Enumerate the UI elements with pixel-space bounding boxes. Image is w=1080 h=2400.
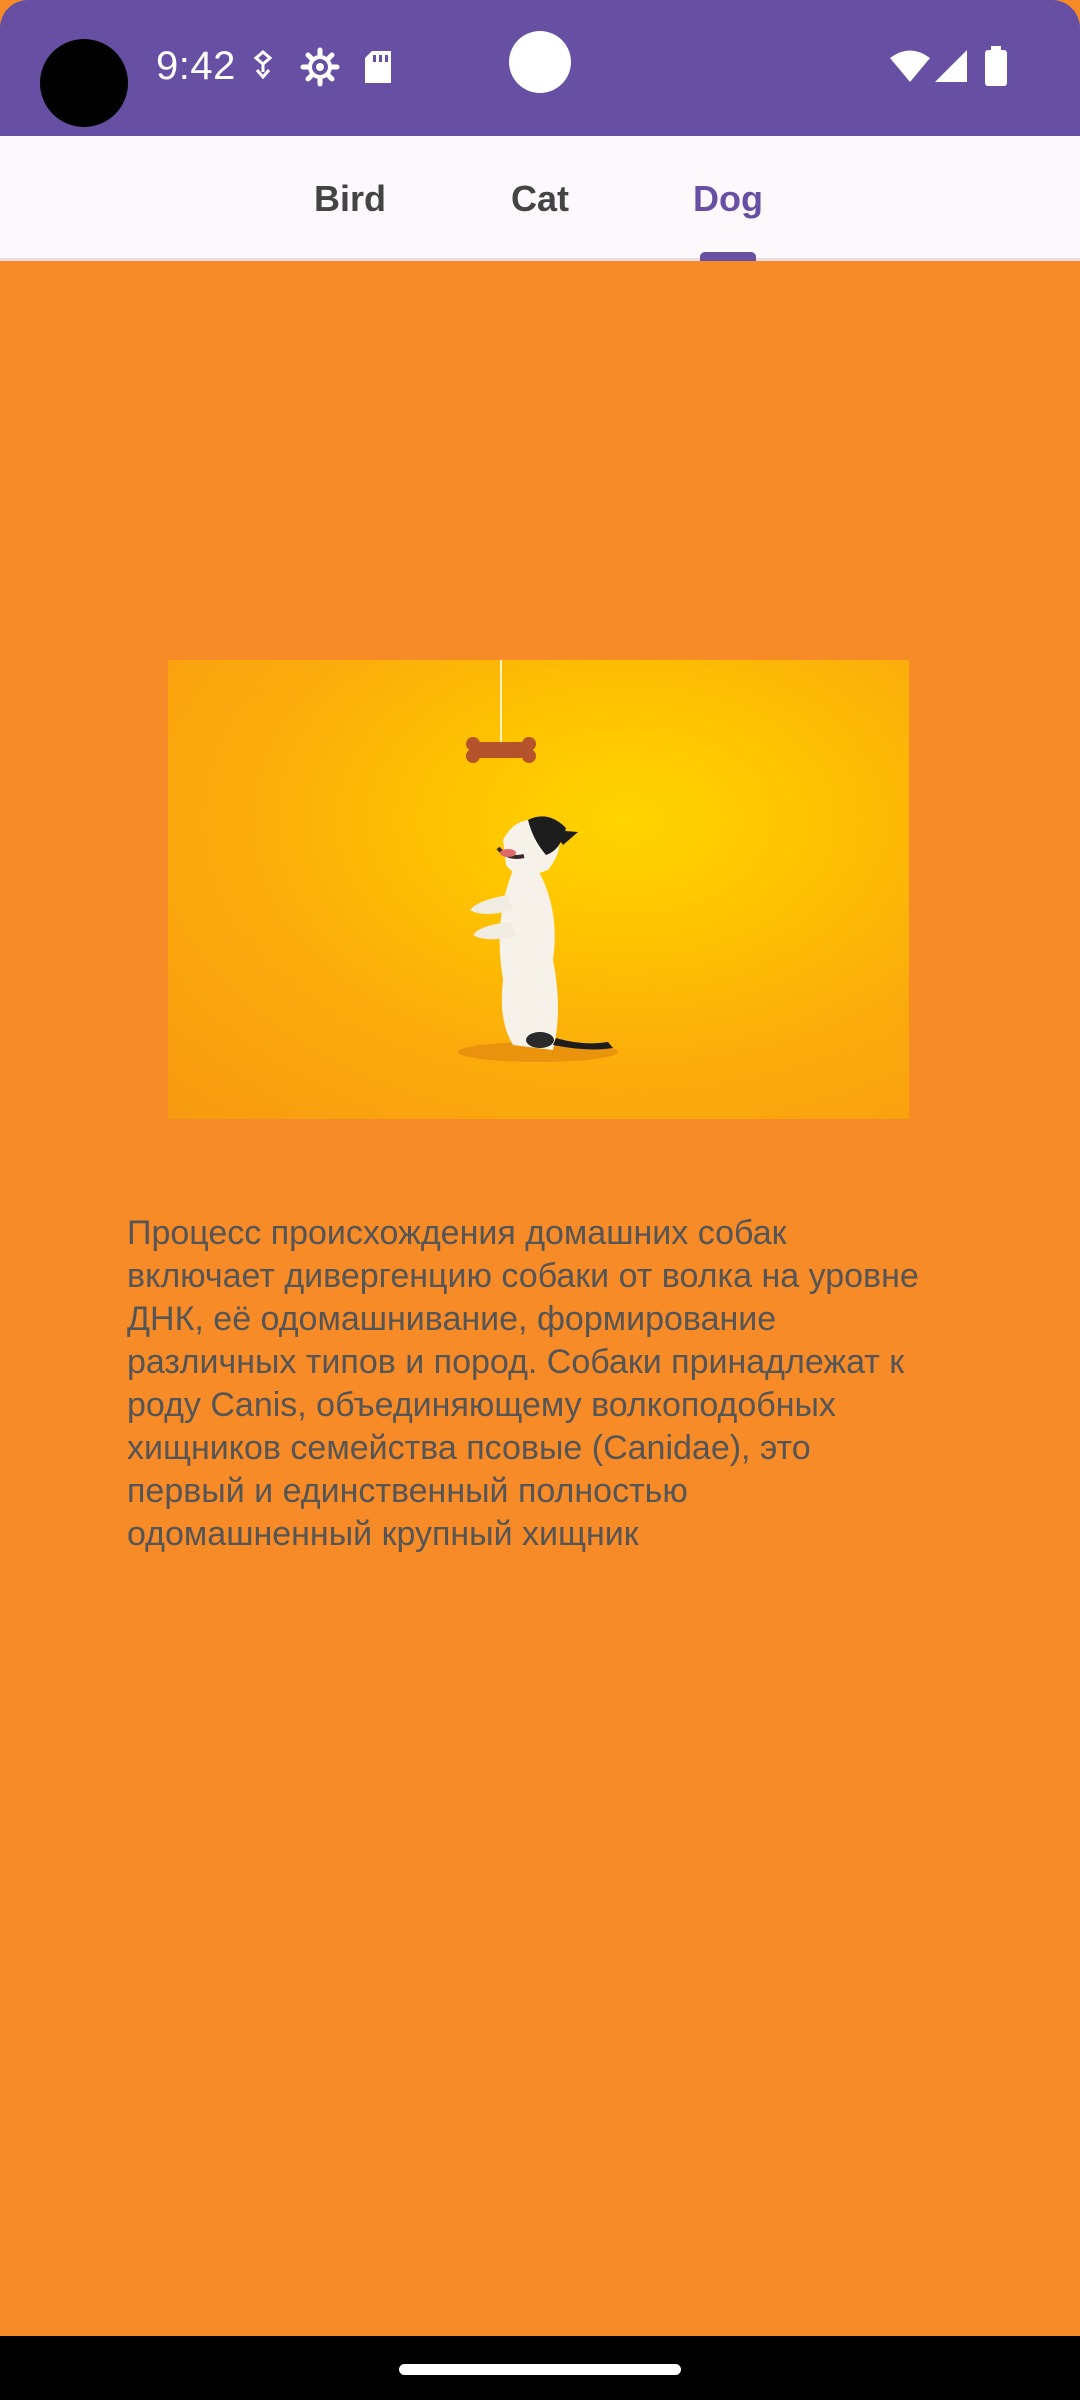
sd-card-icon (365, 51, 391, 83)
tab-dog[interactable]: Dog (668, 136, 788, 261)
navigation-bar (0, 2336, 1080, 2400)
wifi-icon (890, 50, 930, 82)
front-camera-cutout (40, 39, 128, 127)
tab-cat[interactable]: Cat (480, 136, 600, 261)
cell-signal-icon (935, 50, 967, 82)
dog-description: Процесс происхождения домашних собак вкл… (127, 1214, 919, 1553)
home-gesture-handle[interactable] (399, 2364, 681, 2375)
vpn-key-icon (253, 50, 273, 80)
tab-cat-label: Cat (510, 177, 569, 219)
dog-figure (470, 816, 613, 1050)
selected-tab-indicator (700, 252, 756, 261)
tab-bird-label: Bird (314, 177, 386, 219)
battery-icon (985, 46, 1007, 86)
status-bar: 9:42 (0, 0, 1080, 136)
status-time: 9:42 (156, 44, 236, 88)
dog-page-content: Процесс происхождения домашних собак вкл… (0, 264, 1080, 2336)
tab-bird[interactable]: Bird (290, 136, 410, 261)
dog-photo (168, 660, 909, 1119)
notification-dot (509, 31, 571, 93)
tab-dog-label: Dog (693, 177, 763, 219)
settings-gear-icon (300, 47, 340, 87)
tab-bar: Bird Cat Dog (0, 136, 1080, 261)
dog-illustration (458, 660, 618, 1062)
